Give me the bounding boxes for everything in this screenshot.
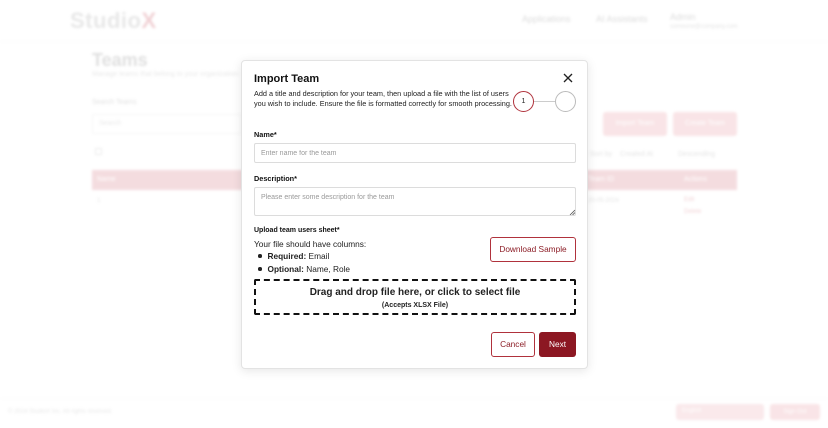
name-label: Name* xyxy=(254,130,277,139)
modal-description: Add a title and description for your tea… xyxy=(254,89,512,109)
team-description-textarea[interactable] xyxy=(254,187,576,216)
resize-handle-icon[interactable] xyxy=(569,209,575,215)
step-connector xyxy=(534,101,555,102)
step-2 xyxy=(555,91,576,112)
download-sample-button[interactable]: Download Sample xyxy=(490,237,576,262)
file-dropzone[interactable]: Drag and drop file here, or click to sel… xyxy=(254,279,576,315)
optional-columns: Name, Role xyxy=(306,264,351,274)
upload-label: Upload team users sheet* xyxy=(254,227,340,234)
bullet-icon xyxy=(258,254,262,258)
step-1: 1 xyxy=(513,91,534,112)
description-label: Description* xyxy=(254,174,297,183)
required-label: Required: xyxy=(267,251,307,261)
dropzone-instruction: Drag and drop file here, or click to sel… xyxy=(309,287,521,298)
step-indicator: 1 xyxy=(513,91,577,113)
import-team-modal: Import Team Add a title and description … xyxy=(241,60,588,369)
optional-label: Optional: xyxy=(267,264,304,274)
next-button[interactable]: Next xyxy=(539,332,576,357)
dropzone-accepted-types: (Accepts XLSX File) xyxy=(381,302,449,309)
modal-title: Import Team xyxy=(254,73,320,85)
cancel-button[interactable]: Cancel xyxy=(491,332,535,357)
close-icon[interactable] xyxy=(561,71,575,85)
required-columns: Email xyxy=(308,251,330,261)
columns-intro: Your file should have columns: xyxy=(254,239,367,249)
close-x-glyph xyxy=(563,73,573,83)
optional-columns-item: Optional: Name, Role xyxy=(258,264,350,274)
team-name-input[interactable] xyxy=(254,143,576,163)
bullet-icon xyxy=(258,267,262,271)
required-columns-item: Required: Email xyxy=(258,251,329,261)
